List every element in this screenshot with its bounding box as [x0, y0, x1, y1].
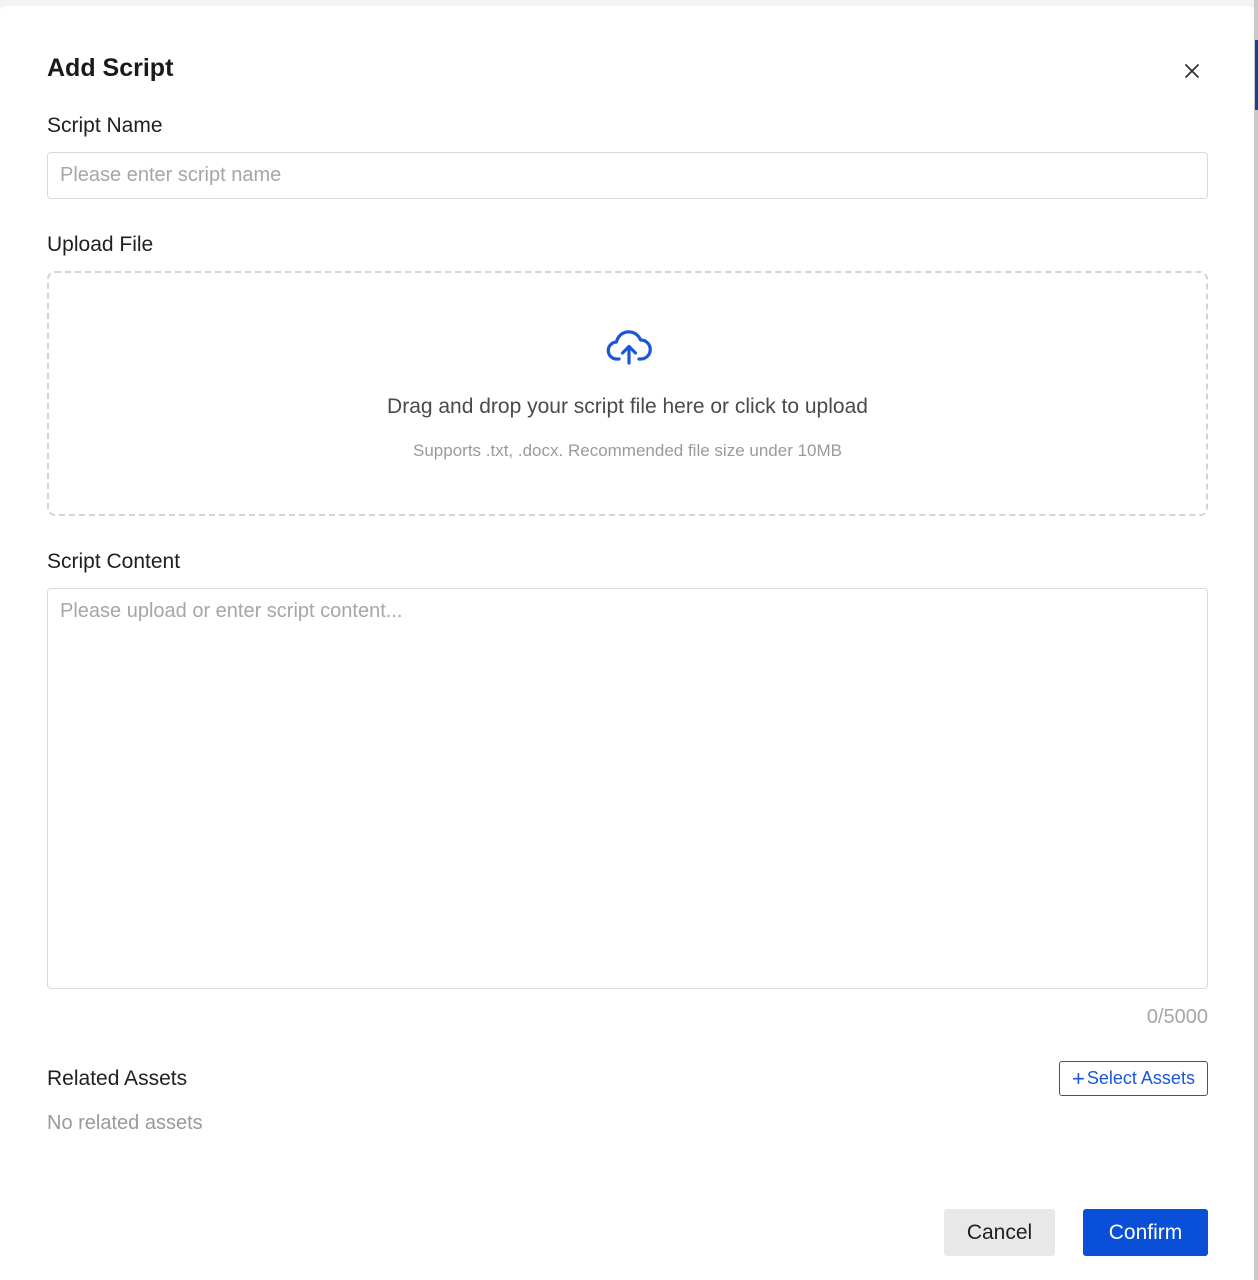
- empty-assets-text: No related assets: [47, 1112, 203, 1134]
- script-content-label: Script Content: [47, 550, 181, 573]
- upload-instruction: Drag and drop your script file here or c…: [387, 395, 868, 418]
- upload-dropzone[interactable]: Drag and drop your script file here or c…: [47, 271, 1208, 516]
- close-button[interactable]: [1176, 55, 1208, 87]
- plus-icon: +: [1072, 1065, 1085, 1091]
- select-assets-button[interactable]: + Select Assets: [1059, 1061, 1208, 1096]
- script-name-label: Script Name: [47, 114, 163, 137]
- character-counter: 0/5000: [1146, 1006, 1208, 1028]
- upload-file-label: Upload File: [47, 233, 154, 256]
- script-content-textarea[interactable]: [47, 588, 1208, 989]
- upload-hint: Supports .txt, .docx. Recommended file s…: [413, 441, 842, 460]
- close-icon: [1185, 64, 1199, 78]
- select-assets-label: Select Assets: [1086, 1068, 1195, 1088]
- related-assets-label: Related Assets: [47, 1067, 188, 1090]
- script-name-input[interactable]: [47, 152, 1208, 199]
- dialog-title: Add Script: [47, 54, 174, 82]
- cancel-button[interactable]: Cancel: [944, 1209, 1055, 1256]
- add-script-dialog: Add Script Script Name Upload File Drag …: [0, 6, 1254, 1280]
- scrollbar-track: [1254, 0, 1258, 1280]
- confirm-button[interactable]: Confirm: [1083, 1209, 1208, 1256]
- cloud-upload-icon: [606, 330, 652, 365]
